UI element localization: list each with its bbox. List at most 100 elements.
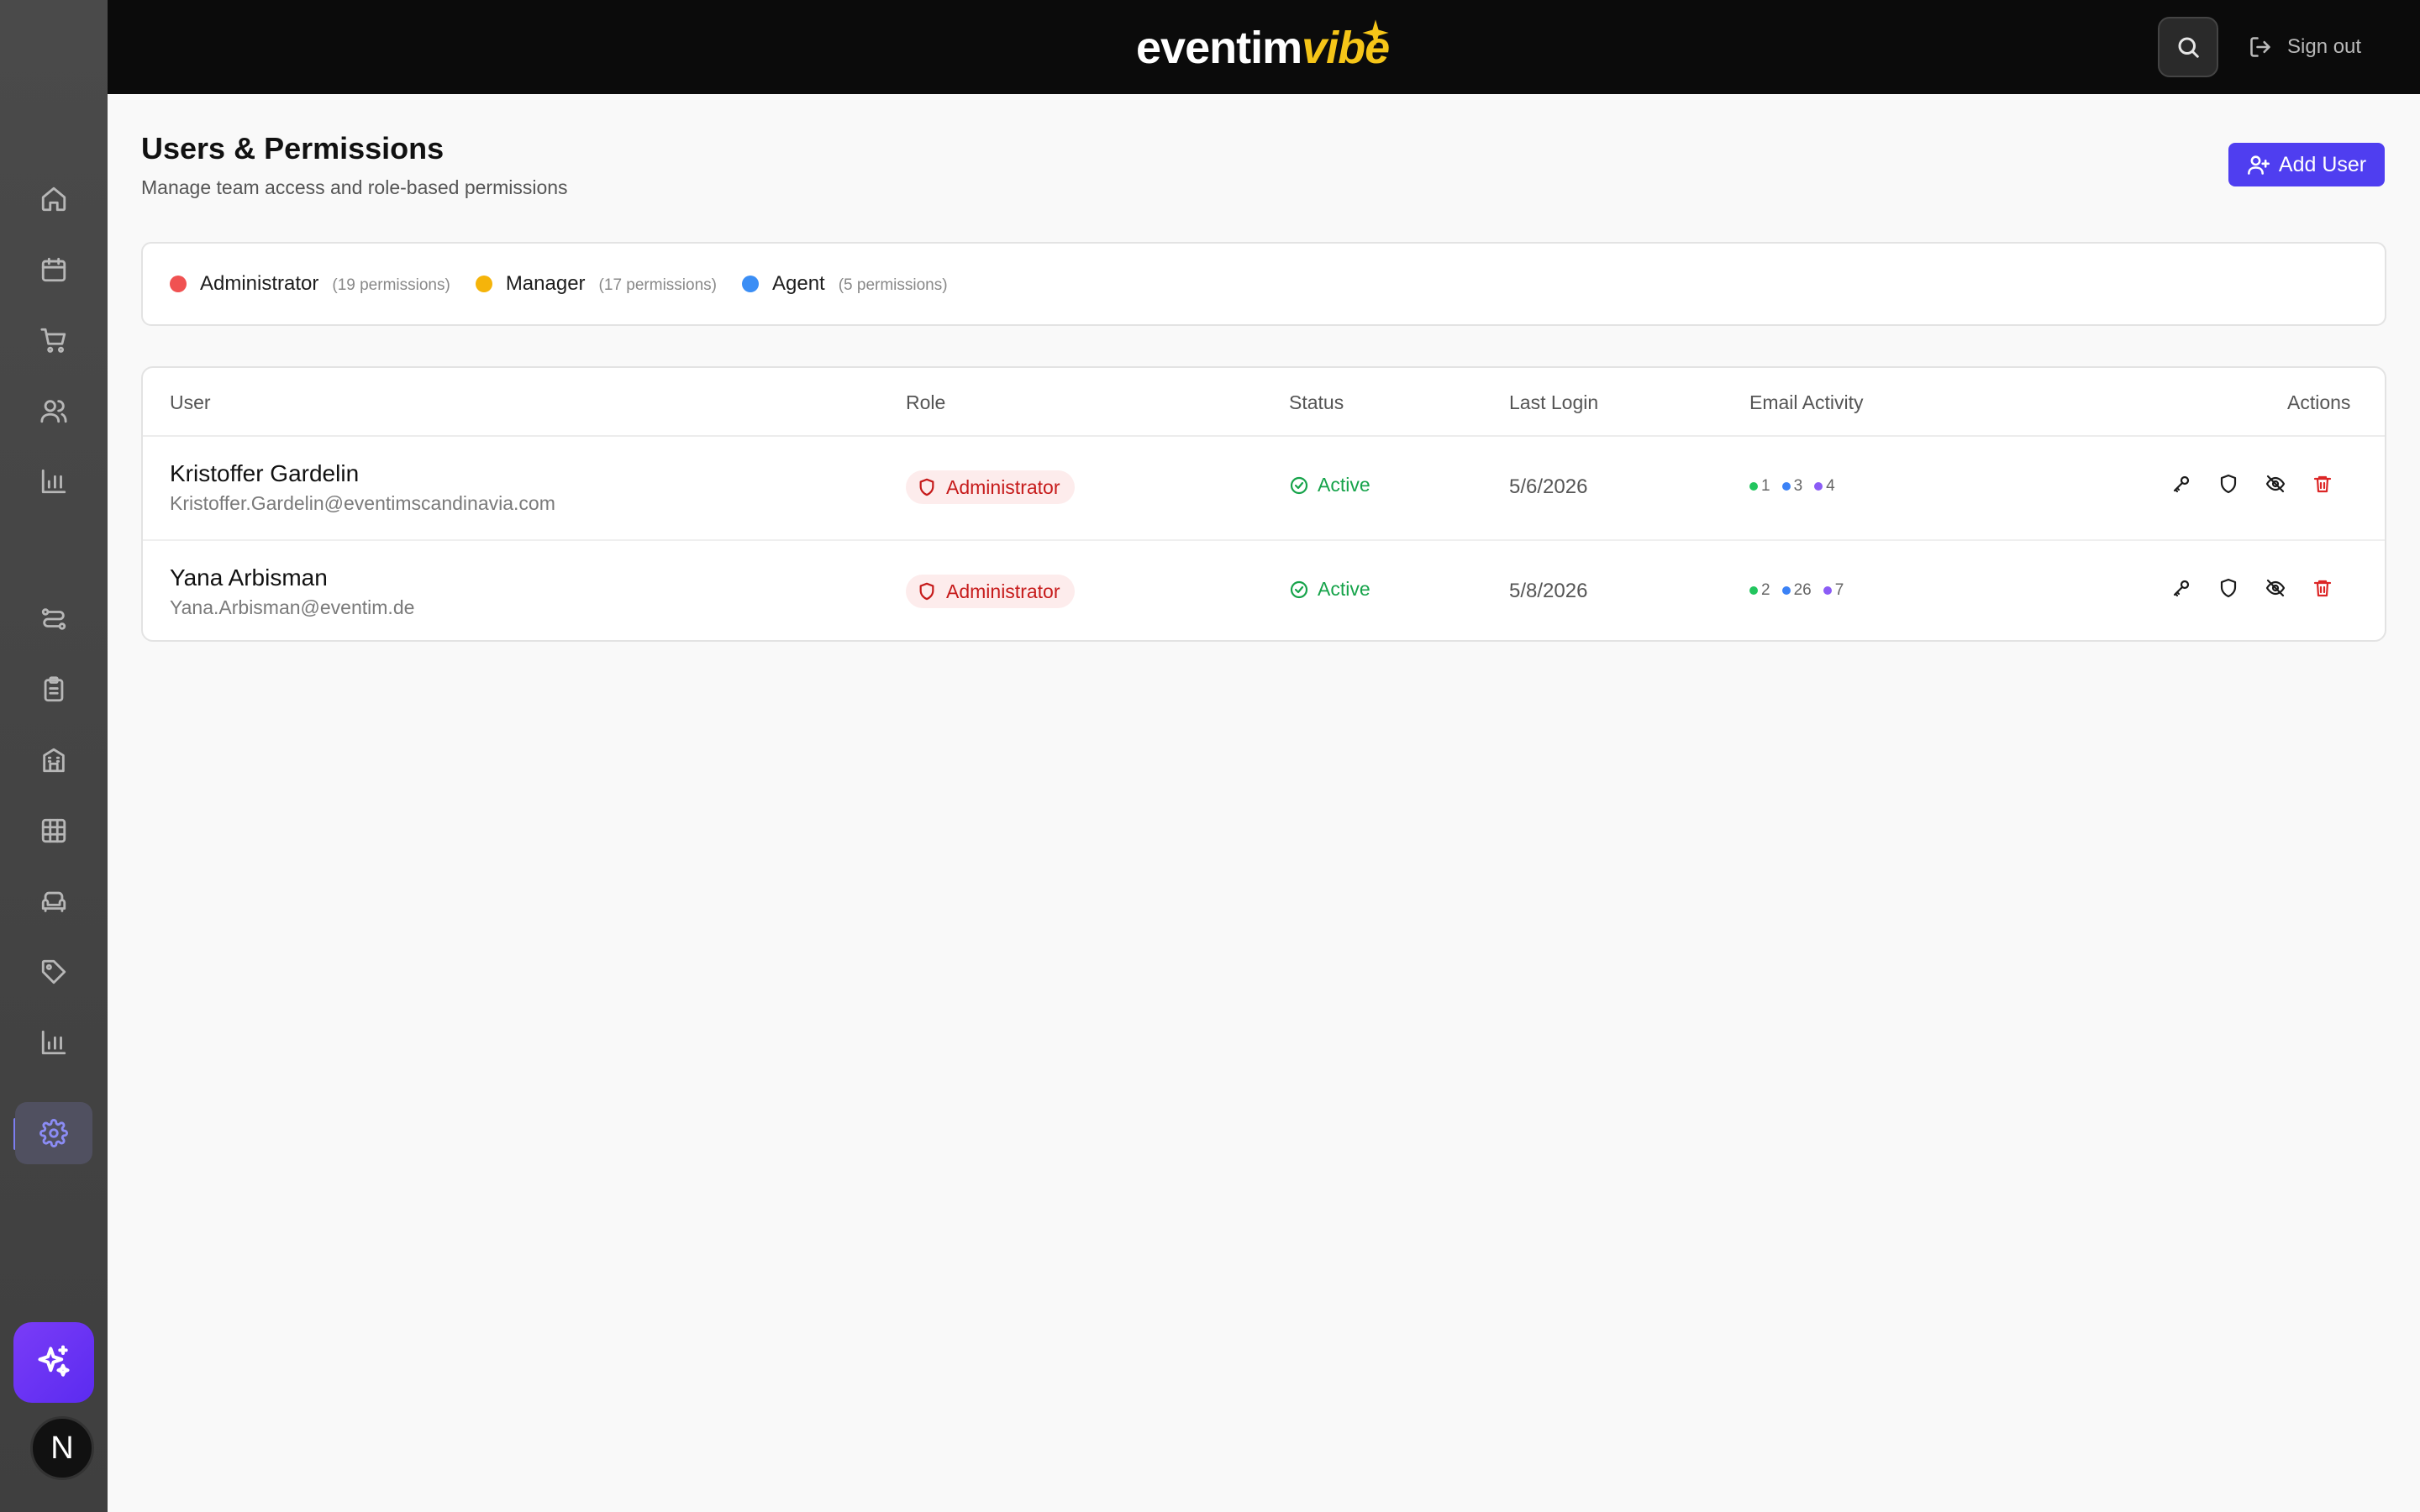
sidebar-item-analytics[interactable] [15,450,92,512]
calendar-icon [41,257,66,282]
column-header-role: Role [906,391,946,413]
legend-item-administrator: Administrator (19 permissions) [170,272,450,296]
permissions-button[interactable] [2215,470,2242,497]
sidebar-item-reports[interactable] [15,1011,92,1074]
legend-role-name: Agent [771,272,825,295]
permissions-button[interactable] [2215,575,2242,601]
column-header-email-activity: Email Activity [1749,391,1864,413]
email-activity-sent: 2 [1749,581,1770,600]
role-color-dot [475,276,492,292]
home-icon [41,186,66,212]
email-activity: 1 3 4 [1749,477,1835,496]
search-button[interactable] [2158,17,2218,77]
activity-dot [1749,586,1758,595]
column-header-last-login: Last Login [1509,391,1599,413]
role-badge-label: Administrator [946,475,1060,498]
key-icon [2173,475,2190,493]
sidebar-item-tags[interactable] [15,941,92,1003]
activity-count: 26 [1793,581,1812,599]
sign-out-label: Sign out [2287,35,2362,58]
shield-icon [919,582,934,601]
role-legend: Administrator (19 permissions) Manager (… [141,242,2386,326]
email-activity-clicked: 7 [1823,581,1844,600]
email-activity-sent: 1 [1749,477,1770,496]
sparkles-icon [38,1345,70,1377]
users-table: User Role Status Last Login Email Activi… [141,366,2386,642]
deactivate-button[interactable] [2262,470,2289,497]
add-user-button[interactable]: Add User [2228,143,2385,186]
role-badge-label: Administrator [946,580,1060,602]
reset-password-button[interactable] [2168,470,2195,497]
ai-assistant-button[interactable] [13,1322,94,1403]
shopping-cart-icon [40,328,66,353]
table-row: Yana Arbisman Yana.Arbisman@eventim.de A… [143,539,2385,640]
legend-role-permissions: (17 permissions) [598,276,717,294]
legend-role-name: Manager [505,272,586,295]
activity-dot [1749,482,1758,491]
eye-off-icon [2265,475,2286,493]
shield-icon [2220,578,2237,598]
sidebar-item-venues[interactable] [15,729,92,791]
check-circle-icon [1290,476,1308,494]
sidebar-item-cart[interactable] [15,309,92,371]
status-badge: Active [1289,474,1370,496]
activity-dot [1814,482,1823,491]
activity-count: 4 [1826,477,1835,495]
sidebar-item-home[interactable] [15,168,92,230]
legend-item-manager: Manager (17 permissions) [475,272,717,296]
user-plus-icon [2247,155,2270,175]
eye-off-icon [2265,579,2286,597]
column-header-user: User [170,391,211,413]
sign-out-button[interactable]: Sign out [2249,30,2361,64]
activity-count: 3 [1793,477,1803,495]
delete-user-button[interactable] [2309,470,2336,497]
sidebar-item-settings[interactable] [15,1102,92,1164]
sidebar-item-tasks[interactable] [15,659,92,721]
email-activity-clicked: 4 [1814,477,1835,496]
last-login: 5/6/2026 [1509,475,1588,498]
legend-role-permissions: (19 permissions) [332,276,450,294]
activity-dot [1823,586,1832,595]
legend-role-name: Administrator [200,272,319,295]
user-email: Kristoffer.Gardelin@eventimscandinavia.c… [170,492,555,514]
delete-user-button[interactable] [2309,575,2336,601]
gear-icon [39,1119,68,1147]
email-activity-opened: 26 [1781,581,1812,600]
app-logo[interactable]: eventim vibe [1136,22,1390,73]
reset-password-button[interactable] [2168,575,2195,601]
sidebar-item-calendar[interactable] [15,239,92,301]
bar-chart-icon [41,1030,66,1055]
sofa-icon [41,891,66,912]
sidebar: N [0,0,108,1512]
sidebar-item-seating[interactable] [15,870,92,932]
sidebar-item-flows[interactable] [15,588,92,650]
page-subtitle: Manage team access and role-based permis… [141,176,568,198]
activity-dot [1781,482,1791,491]
email-activity-opened: 3 [1781,477,1803,496]
users-icon [40,400,67,423]
deactivate-button[interactable] [2262,575,2289,601]
role-badge: Administrator [906,470,1076,504]
trash-icon [2313,580,2332,597]
email-activity: 2 26 7 [1749,581,1844,600]
column-header-status: Status [1289,391,1344,413]
bar-chart-icon [41,469,66,494]
activity-count: 7 [1834,581,1844,599]
activity-count: 1 [1761,477,1770,495]
clipboard-icon [44,676,64,702]
row-actions [2168,470,2336,497]
add-user-label: Add User [2278,152,2367,176]
user-name: Kristoffer Gardelin [170,460,360,486]
role-color-dot [170,276,187,292]
sidebar-item-customers[interactable] [15,380,92,442]
route-icon [41,608,66,630]
tag-icon [41,959,66,984]
avatar[interactable]: N [30,1416,94,1480]
key-icon [2173,580,2190,597]
column-header-actions: Actions [2287,391,2351,413]
role-color-dot [741,276,759,292]
role-badge: Administrator [906,575,1076,608]
sidebar-item-grid[interactable] [15,800,92,862]
status-badge: Active [1289,578,1370,601]
table-row: Kristoffer Gardelin Kristoffer.Gardelin@… [143,437,2385,539]
